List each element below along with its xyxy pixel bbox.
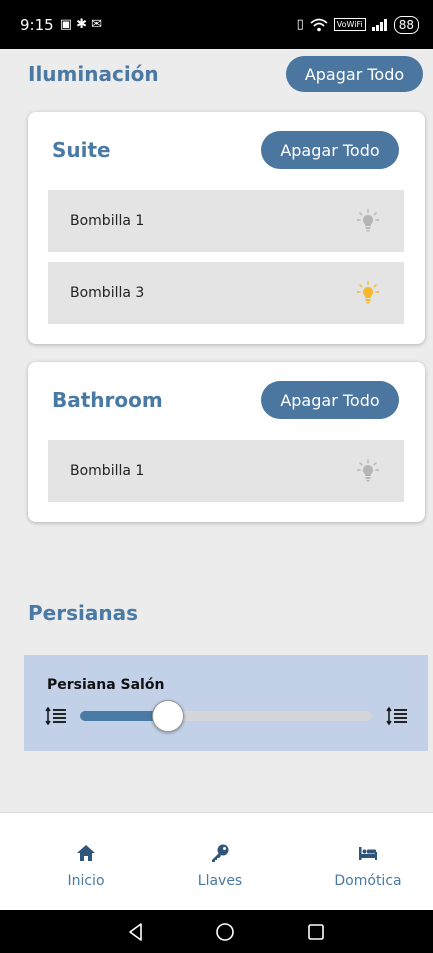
- lighting-title: Iluminación: [28, 62, 159, 86]
- wifi-icon: [310, 18, 328, 31]
- room-card-header: Suite Apagar Todo: [52, 131, 399, 169]
- lightbulb-on-icon[interactable]: [356, 281, 380, 305]
- key-icon: [212, 844, 229, 862]
- bulb-label: Bombilla 1: [70, 213, 145, 229]
- bulb-label: Bombilla 3: [70, 285, 145, 301]
- bottom-tab-bar: Inicio Llaves Domótica: [0, 812, 433, 910]
- system-nav-bar: [0, 910, 433, 953]
- bed-icon: [359, 847, 377, 860]
- blind-panel: Persiana Salón: [24, 655, 428, 751]
- signal-icon: [371, 18, 387, 31]
- turn-off-suite-button[interactable]: Apagar Todo: [261, 131, 399, 169]
- blind-down-icon[interactable]: [45, 705, 67, 727]
- room-card-bathroom: Bathroom Apagar Todo Bombilla 1: [28, 362, 425, 522]
- turn-off-bathroom-button[interactable]: Apagar Todo: [261, 381, 399, 419]
- tab-llaves[interactable]: Llaves: [160, 813, 280, 911]
- blind-slider[interactable]: [80, 700, 372, 732]
- slider-thumb[interactable]: [151, 700, 184, 732]
- blind-name: Persiana Salón: [47, 677, 165, 693]
- tab-inicio[interactable]: Inicio: [26, 813, 146, 911]
- vibrate-icon: ▯: [296, 17, 304, 32]
- room-title: Suite: [52, 138, 111, 162]
- lighting-header: Iluminación Apagar Todo: [0, 56, 433, 92]
- blinds-header: Persianas: [0, 598, 433, 628]
- battery-indicator: 88: [393, 15, 419, 34]
- vowifi-icon: VoWiFi: [333, 18, 366, 31]
- blinds-title: Persianas: [28, 601, 138, 625]
- room-title: Bathroom: [52, 388, 163, 412]
- blind-up-icon[interactable]: [386, 705, 408, 727]
- room-card-suite: Suite Apagar Todo Bombilla 1 Bombilla 3: [28, 112, 425, 344]
- tab-domotica[interactable]: Domótica: [308, 813, 428, 911]
- recents-icon[interactable]: [304, 920, 328, 944]
- lightbulb-off-icon[interactable]: [356, 209, 380, 233]
- notification-icons: ▣ ✱ ✉: [59, 17, 103, 32]
- tab-label: Llaves: [197, 873, 243, 889]
- turn-off-all-lights-button[interactable]: Apagar Todo: [286, 56, 423, 92]
- status-time: 9:15: [20, 15, 54, 34]
- tab-label: Domótica: [334, 873, 402, 889]
- home-icon: [77, 845, 95, 861]
- bulb-label: Bombilla 1: [70, 463, 145, 479]
- lightbulb-off-icon[interactable]: [356, 459, 380, 483]
- tab-label: Inicio: [67, 873, 105, 889]
- bulb-row[interactable]: Bombilla 1: [48, 440, 404, 502]
- status-bar: 9:15 ▣ ✱ ✉ ▯ VoWiFi 88: [0, 0, 433, 49]
- status-right: ▯ VoWiFi 88: [296, 15, 419, 34]
- room-card-header: Bathroom Apagar Todo: [52, 381, 399, 419]
- bulb-row[interactable]: Bombilla 1: [48, 190, 404, 252]
- back-icon[interactable]: [124, 920, 148, 944]
- home-circle-icon[interactable]: [213, 920, 237, 944]
- bulb-row[interactable]: Bombilla 3: [48, 262, 404, 324]
- status-left: 9:15 ▣ ✱ ✉: [20, 16, 102, 34]
